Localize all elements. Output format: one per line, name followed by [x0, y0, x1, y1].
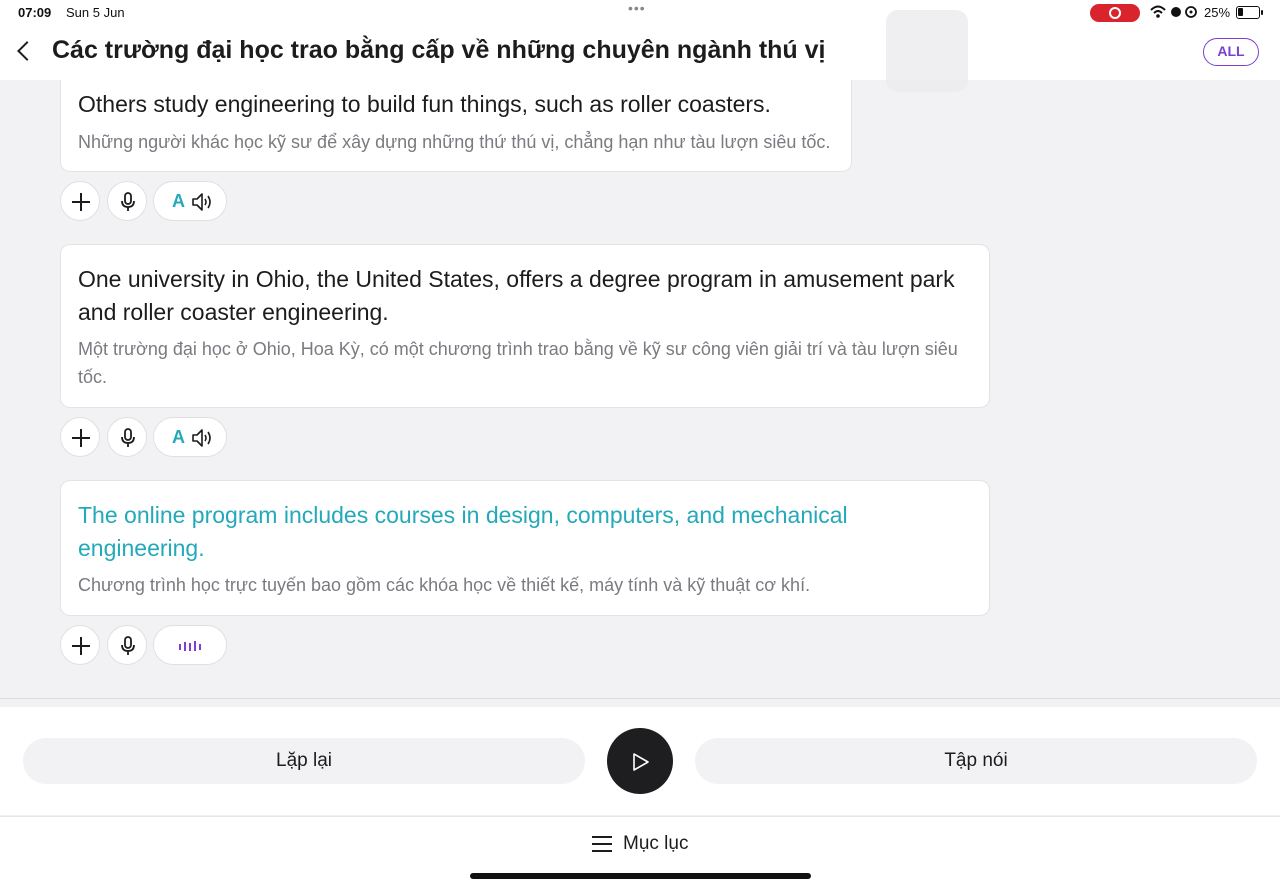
mic-button[interactable] [107, 625, 147, 665]
sentence-card-active[interactable]: The online program includes courses in d… [60, 480, 990, 616]
status-bar: 07:09 Sun 5 Jun ••• 25% [0, 0, 1280, 26]
sentence-english: Others study engineering to build fun th… [78, 91, 771, 117]
multitasking-dots-icon[interactable]: ••• [628, 0, 646, 16]
wifi-alarm-icons [1150, 4, 1200, 23]
speaker-button[interactable]: A [153, 417, 227, 457]
sentence-vietnamese: Những người khác học kỹ sư để xây dựng n… [78, 132, 831, 152]
sentence-card[interactable]: Others study engineering to build fun th… [60, 72, 852, 172]
battery-icon [1236, 6, 1263, 19]
add-button[interactable] [60, 181, 100, 221]
battery-percent: 25% [1204, 5, 1231, 20]
all-button[interactable]: ALL [1203, 38, 1259, 66]
microphone-icon [121, 636, 135, 655]
sentence-english: One university in Ohio, the United State… [78, 266, 955, 325]
speaker-icon [192, 193, 211, 211]
floating-overlay [886, 10, 968, 92]
add-button[interactable] [60, 417, 100, 457]
toc-label: Mục lục [623, 833, 689, 854]
speaker-button[interactable]: A [153, 181, 227, 221]
play-icon [633, 753, 649, 771]
audio-playing-button[interactable] [153, 625, 227, 665]
mic-button[interactable] [107, 181, 147, 221]
back-chevron-icon[interactable] [14, 38, 38, 64]
microphone-icon [121, 428, 135, 447]
repeat-button[interactable]: Lặp lại [23, 738, 585, 784]
practice-speaking-button[interactable]: Tập nói [695, 738, 1257, 784]
menu-icon [592, 836, 614, 852]
voice-letter: A [172, 191, 185, 211]
speaker-icon [192, 429, 211, 447]
add-button[interactable] [60, 625, 100, 665]
mic-button[interactable] [107, 417, 147, 457]
play-button[interactable] [607, 728, 673, 794]
microphone-icon [121, 192, 135, 211]
home-indicator[interactable] [470, 873, 811, 879]
screen-record-icon[interactable] [1090, 4, 1140, 22]
header: Các trường đại học trao bằng cấp về nhữn… [0, 10, 1280, 92]
sentence-english: The online program includes courses in d… [78, 502, 848, 561]
sentence-card[interactable]: One university in Ohio, the United State… [60, 244, 990, 408]
status-time: 07:09 [18, 5, 52, 20]
divider [0, 698, 1280, 699]
voice-letter: A [172, 427, 185, 447]
status-date: Sun 5 Jun [66, 5, 125, 20]
page-title: Các trường đại học trao bằng cấp về nhữn… [52, 36, 826, 64]
sentence-vietnamese: Một trường đại học ở Ohio, Hoa Kỳ, có mộ… [78, 339, 958, 387]
playback-controls: Lặp lại Tập nói [0, 707, 1280, 815]
audio-wave-icon [179, 641, 201, 651]
sentence-vietnamese: Chương trình học trực tuyến bao gồm các … [78, 575, 811, 595]
wifi-icon [1150, 5, 1197, 18]
